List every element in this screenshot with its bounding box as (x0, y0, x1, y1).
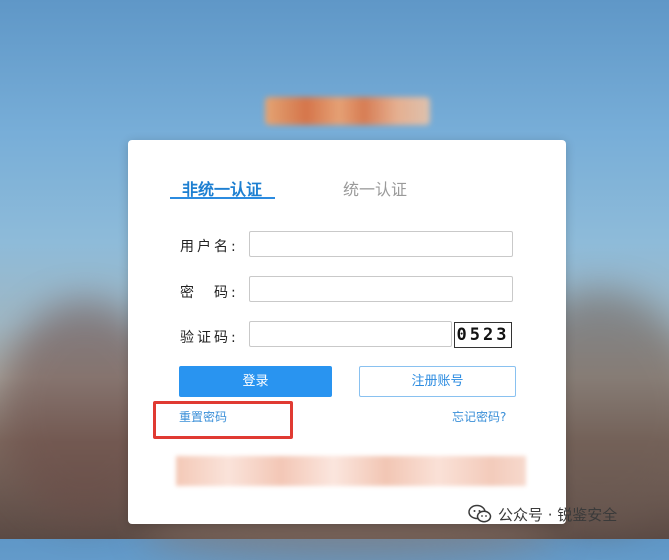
captcha-image[interactable]: 0523 (454, 322, 512, 348)
username-label: 用户名: (180, 239, 239, 255)
forgot-password-link[interactable]: 忘记密码? (452, 408, 506, 425)
annotation-highlight-box (153, 401, 293, 439)
site-logo-redacted (265, 97, 430, 125)
watermark: 公众号 · 锐鉴安全 (468, 503, 617, 525)
captcha-label: 验证码: (180, 330, 239, 346)
username-input[interactable] (249, 231, 513, 257)
footer-info-redacted (176, 456, 526, 486)
password-input[interactable] (249, 276, 513, 302)
tab-unified-auth[interactable]: 统一认证 (343, 176, 407, 200)
password-label: 密 码: (180, 285, 239, 301)
watermark-text: 公众号 · 锐鉴安全 (498, 505, 618, 524)
wechat-icon (468, 504, 492, 523)
captcha-input[interactable] (249, 321, 452, 347)
login-button[interactable]: 登录 (179, 366, 332, 397)
active-tab-underline (170, 197, 275, 199)
register-button[interactable]: 注册账号 (359, 366, 516, 397)
